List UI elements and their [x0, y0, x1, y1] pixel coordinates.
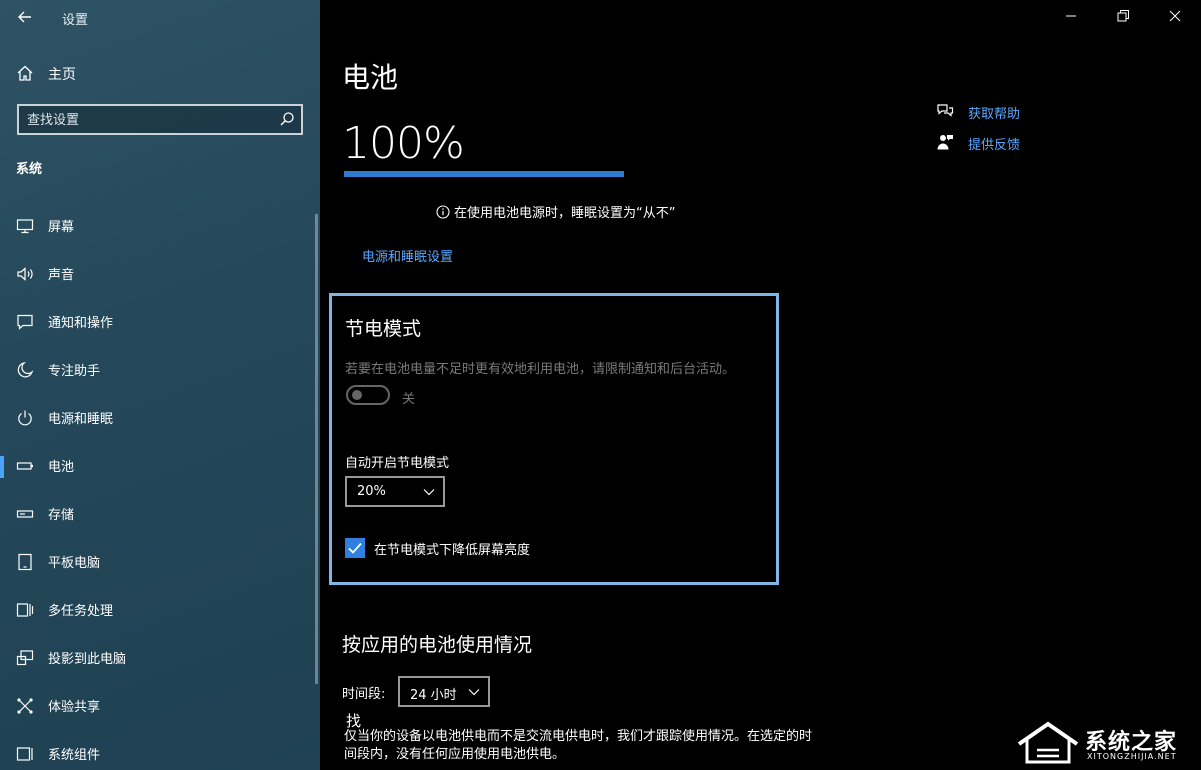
sidebar-item-label: 声音: [48, 268, 75, 283]
sidebar-item-label: 投影到此电脑: [48, 652, 127, 667]
sleep-note-text: 在使用电池电源时，睡眠设置为“从不”: [454, 206, 676, 221]
section-title: 系统: [16, 162, 43, 177]
lower-brightness-checkbox[interactable]: [345, 538, 365, 558]
time-period-select[interactable]: 24 小时: [398, 676, 490, 707]
checkmark-icon: [348, 542, 362, 554]
chat-help-icon: [937, 104, 954, 117]
sidebar-item-label: 电源和睡眠: [48, 412, 114, 427]
battery-saver-description: 若要在电池电量不足时更有效地利用电池，请限制通知和后台活动。: [345, 362, 736, 377]
project-icon: [16, 650, 34, 666]
chevron-down-icon: [423, 489, 435, 496]
share-icon: [17, 698, 33, 714]
sidebar-item-label: 专注助手: [48, 364, 101, 379]
sidebar-item-home[interactable]: 主页: [0, 58, 320, 88]
sidebar-item-label: 系统组件: [48, 748, 101, 763]
battery-percent: 100%: [342, 118, 465, 169]
sidebar-item-tablet[interactable]: 平板电脑: [0, 540, 320, 588]
get-help-label: 获取帮助: [968, 107, 1021, 122]
arrow-left-icon: [18, 11, 31, 23]
sidebar-item-multitasking[interactable]: 多任务处理: [0, 588, 320, 636]
sidebar-item-label: 通知和操作: [48, 316, 114, 331]
feedback-label: 提供反馈: [968, 138, 1021, 153]
watermark-subtitle: XITONGZHIJIA.NET: [1087, 752, 1177, 761]
sidebar-item-power-sleep[interactable]: 电源和睡眠: [0, 396, 320, 444]
sidebar-item-sound[interactable]: 声音: [0, 252, 320, 300]
select-value: 24 小时: [410, 688, 457, 703]
usage-description: 仅当你的设备以电池供电而不是交流电供电时，我们才跟踪使用情况。在选定的时间段内，…: [344, 729, 813, 762]
notification-icon: [17, 314, 33, 330]
multitask-icon: [16, 603, 34, 617]
search-box: [17, 104, 303, 135]
sidebar-item-label: 多任务处理: [48, 604, 114, 619]
usage-by-app-title: 按应用的电池使用情况: [342, 634, 533, 656]
sidebar-nav: 屏幕 声音 通知和操作 专注助手 电源和睡眠 电池 存储 平板电脑 多任务处理 …: [0, 204, 320, 770]
sidebar-item-battery[interactable]: 电池: [0, 444, 320, 492]
battery-icon: [16, 462, 33, 470]
toggle-knob: [352, 390, 362, 400]
battery-saver-toggle[interactable]: [346, 385, 390, 405]
sidebar-item-shared-experiences[interactable]: 体验共享: [0, 684, 320, 732]
power-sleep-settings-link[interactable]: 电源和睡眠设置: [362, 246, 453, 265]
battery-level-bar: [344, 171, 624, 177]
chevron-down-icon: [468, 689, 480, 696]
sidebar-item-project[interactable]: 投影到此电脑: [0, 636, 320, 684]
sidebar-item-focus-assist[interactable]: 专注助手: [0, 348, 320, 396]
sidebar-item-display[interactable]: 屏幕: [0, 204, 320, 252]
sidebar-item-label: 平板电脑: [48, 556, 101, 571]
power-icon: [18, 410, 32, 426]
title-bar: 设置: [0, 0, 320, 34]
house-logo-icon: [1017, 721, 1079, 764]
time-period-label: 时间段:: [342, 687, 386, 702]
sidebar-item-label: 存储: [48, 508, 75, 523]
battery-saver-section: 节电模式 若要在电池电量不足时更有效地利用电池，请限制通知和后台活动。 关 自动…: [329, 293, 779, 585]
home-icon: [17, 65, 33, 81]
components-icon: [16, 747, 33, 761]
back-button[interactable]: [14, 6, 36, 28]
storage-icon: [16, 510, 34, 518]
sidebar-item-label: 屏幕: [48, 220, 75, 235]
select-value: 20%: [357, 484, 386, 499]
search-icon[interactable]: [279, 111, 295, 127]
search-input[interactable]: [27, 110, 267, 130]
feedback-icon: [937, 135, 953, 150]
active-indicator: [0, 456, 4, 478]
auto-saver-label: 自动开启节电模式: [345, 456, 450, 471]
monitor-icon: [16, 219, 34, 234]
page-title: 电池: [342, 61, 399, 94]
sleep-note: 在使用电池电源时，睡眠设置为“从不”: [436, 202, 675, 221]
main-content: 电池 100% 在使用电池电源时，睡眠设置为“从不” 电源和睡眠设置 获取帮助 …: [320, 0, 1201, 770]
sidebar-item-label: 体验共享: [48, 700, 101, 715]
toggle-state-label: 关: [402, 392, 416, 407]
sidebar-item-notifications[interactable]: 通知和操作: [0, 300, 320, 348]
site-watermark: 系统之家 XITONGZHIJIA.NET: [1015, 718, 1195, 768]
sidebar-item-label: 主页: [48, 67, 76, 83]
app-title: 设置: [62, 13, 89, 28]
speaker-icon: [17, 267, 33, 281]
tablet-icon: [18, 553, 32, 571]
lower-brightness-label: 在节电模式下降低屏幕亮度: [374, 543, 531, 558]
sidebar: 设置 主页 系统 屏幕 声音: [0, 0, 320, 770]
sidebar-item-label: 电池: [48, 460, 75, 475]
battery-level-fill: [344, 171, 624, 177]
auto-saver-threshold-select[interactable]: 20%: [345, 476, 445, 507]
moon-icon: [17, 361, 34, 378]
sidebar-item-system-components[interactable]: 系统组件: [0, 732, 320, 770]
sidebar-scrollbar[interactable]: [315, 214, 318, 684]
info-icon: [436, 205, 450, 219]
battery-saver-title: 节电模式: [345, 318, 422, 340]
sidebar-item-storage[interactable]: 存储: [0, 492, 320, 540]
